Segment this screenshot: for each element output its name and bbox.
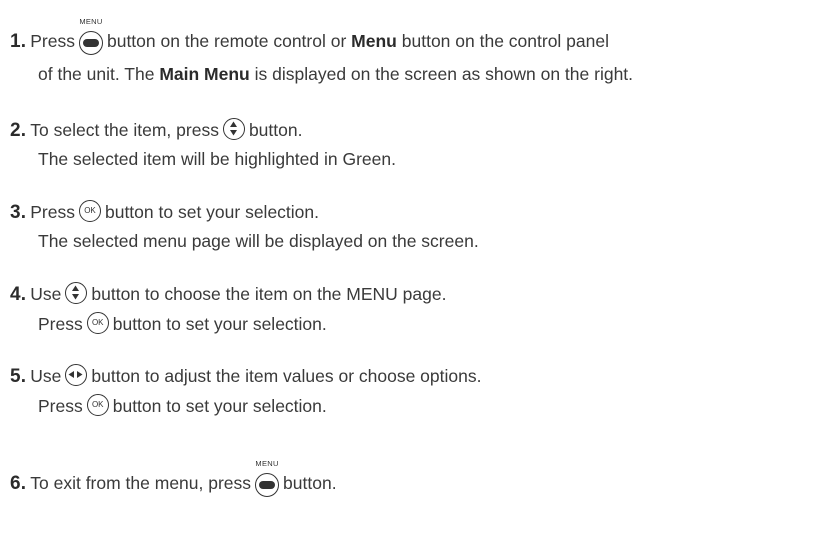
- step-text: button.: [248, 120, 303, 140]
- ok-button-icon: OK: [78, 200, 101, 223]
- up-down-button-icon: [222, 118, 245, 141]
- left-right-button-icon: [65, 364, 88, 387]
- step-3-line-2: The selected menu page will be displayed…: [38, 231, 479, 251]
- step-text: button on the remote control or: [106, 31, 347, 51]
- step-text: Press: [38, 314, 83, 334]
- step-text: Press: [30, 31, 75, 51]
- step-text: To select the item, press: [30, 120, 219, 140]
- instruction-page: 1. Press MENU button on the remote control …: [0, 0, 831, 542]
- menu-icon-caption: MENU: [79, 17, 103, 26]
- step-4-line-2: Press OK button to set your selection.: [38, 312, 327, 336]
- ok-button-icon: OK: [86, 394, 109, 417]
- step-number: 6.: [10, 473, 27, 494]
- step-text: button.: [283, 473, 337, 493]
- ok-button-icon: OK: [86, 312, 109, 335]
- step-text: button to adjust the item values or choo…: [91, 366, 482, 386]
- step-text: is displayed on the screen as shown on t…: [254, 64, 634, 84]
- step-number: 3.: [10, 202, 27, 223]
- step-text: button to set your selection.: [112, 314, 327, 334]
- step-bold-text: Menu: [351, 31, 397, 51]
- step-text: button to set your selection.: [112, 396, 327, 416]
- step-number: 4.: [10, 284, 27, 305]
- step-1-line-1: 1. Press MENU button on the remote control …: [10, 14, 609, 57]
- step-text: button on the control panel: [401, 31, 609, 51]
- step-2-line-1: 2. To select the item, press button.: [10, 118, 302, 143]
- menu-button-icon: MENU: [78, 17, 103, 57]
- step-text: Use: [30, 366, 62, 386]
- step-text: of the unit. The: [38, 64, 155, 84]
- step-number: 5.: [10, 366, 27, 387]
- menu-button-icon: MENU: [255, 459, 280, 499]
- menu-icon-caption: MENU: [255, 459, 279, 468]
- step-number: 2.: [10, 120, 27, 141]
- step-text: button to choose the item on the MENU pa…: [91, 284, 447, 304]
- step-text: Press: [30, 202, 75, 222]
- step-6-line-1: 6. To exit from the menu, press MENU button…: [10, 456, 337, 499]
- step-text: Use: [30, 284, 62, 304]
- up-down-button-icon: [65, 282, 88, 305]
- ok-icon-label: OK: [91, 318, 104, 328]
- step-5-line-2: Press OK button to set your selection.: [38, 394, 327, 418]
- step-text: Press: [38, 396, 83, 416]
- step-number: 1.: [10, 31, 27, 52]
- step-5-line-1: 5. Use button to adjust the item values or…: [10, 364, 481, 389]
- step-4-line-1: 4. Use button to choose the item on the ME…: [10, 282, 446, 307]
- step-1-line-2: of the unit. The Main Menu is displayed …: [38, 62, 633, 86]
- step-text: To exit from the menu, press: [30, 473, 252, 493]
- step-text: button to set your selection.: [104, 202, 320, 222]
- ok-icon-label: OK: [84, 206, 96, 216]
- step-3-line-1: 3. Press OK button to set your selection.: [10, 200, 319, 225]
- ok-icon-label: OK: [91, 400, 104, 410]
- step-bold-text: Main Menu: [159, 64, 250, 84]
- step-2-line-2: The selected item will be highlighted in…: [38, 149, 396, 169]
